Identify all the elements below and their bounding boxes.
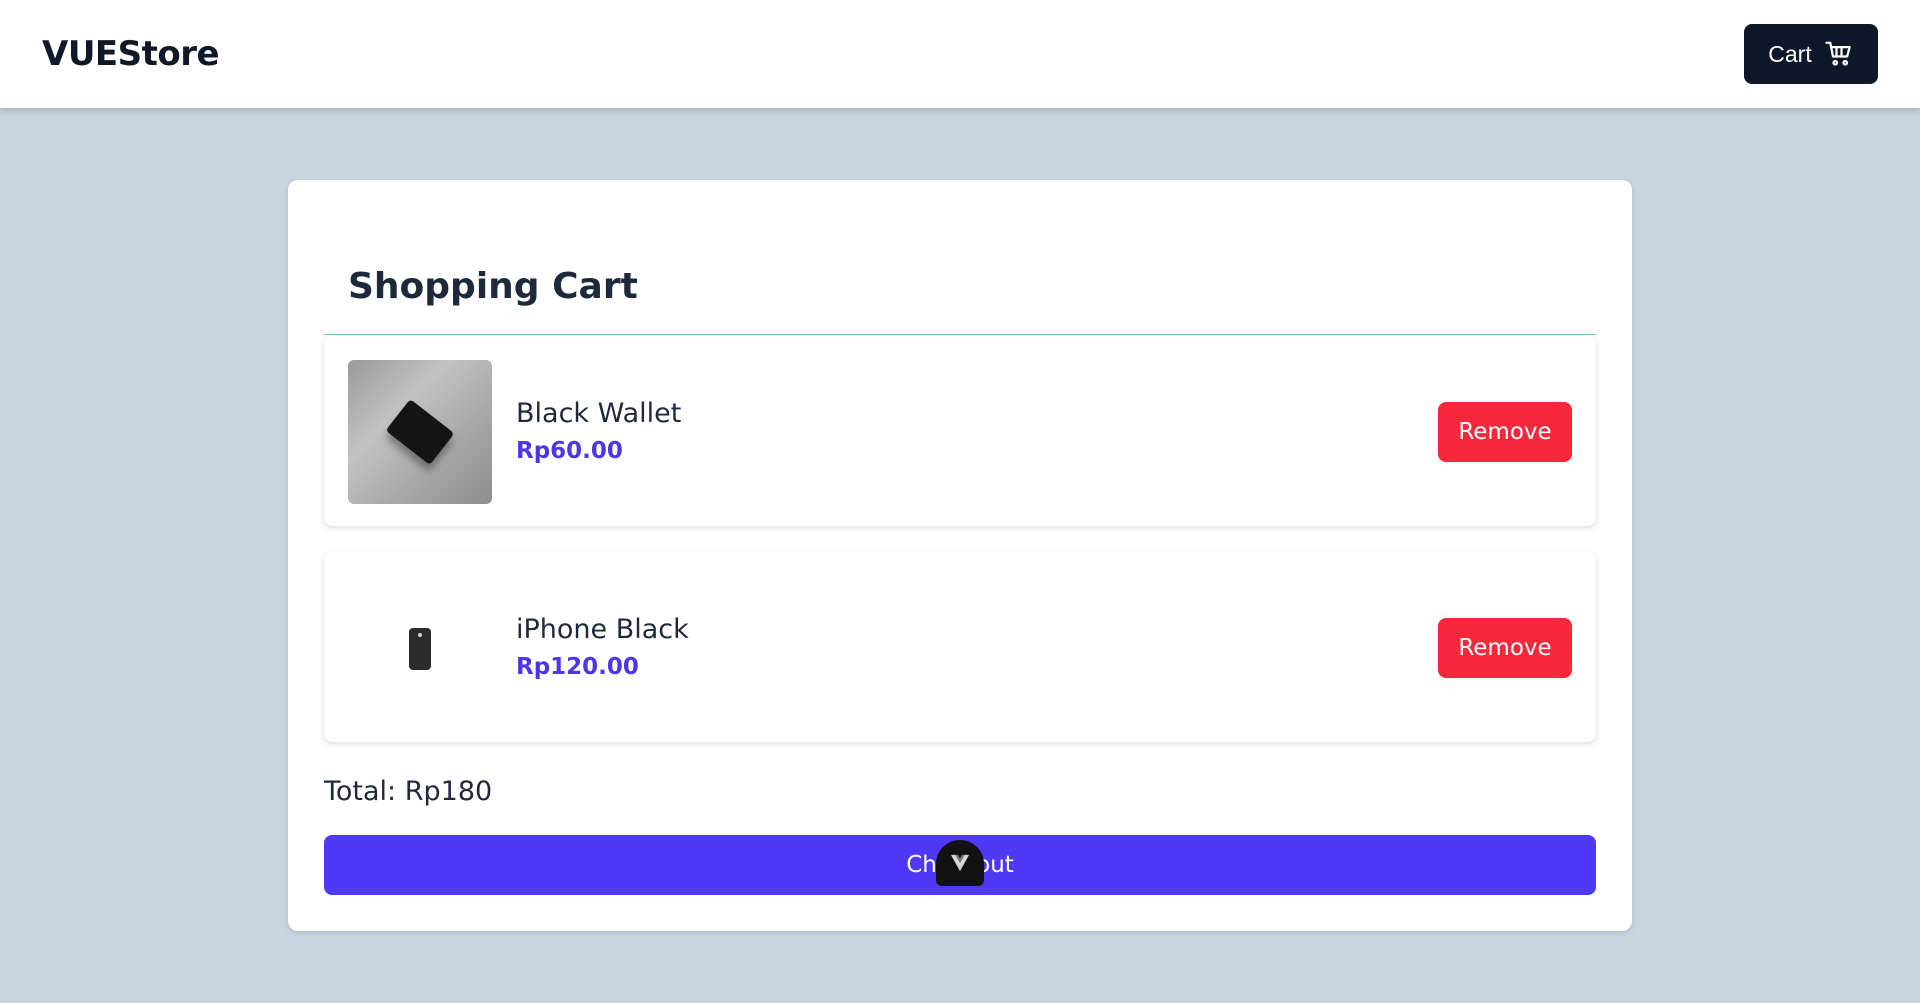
- item-price: Rp120.00: [516, 654, 639, 680]
- black-wallet-photo: [348, 360, 492, 504]
- page-title: Shopping Cart: [348, 266, 638, 307]
- remove-button[interactable]: Remove: [1438, 618, 1572, 678]
- shopping-cart-icon: [1825, 41, 1851, 66]
- cart-button[interactable]: Cart: [1744, 24, 1878, 84]
- item-name: iPhone Black: [516, 614, 689, 645]
- brand-logo[interactable]: VUEStore: [42, 34, 220, 74]
- navbar: VUEStore Cart: [0, 0, 1920, 108]
- wallet-image: [385, 399, 455, 465]
- vue-devtools-icon: [950, 854, 970, 872]
- shopping-cart-card: Shopping Cart Black Wallet Rp60.00 Remov…: [288, 180, 1632, 931]
- item-name: Black Wallet: [516, 398, 682, 429]
- title-divider: [324, 334, 1596, 335]
- cart-item: iPhone Black Rp120.00 Remove: [324, 552, 1596, 742]
- vue-devtools-button[interactable]: [936, 840, 984, 886]
- remove-button[interactable]: Remove: [1438, 402, 1572, 462]
- cart-button-label: Cart: [1768, 40, 1812, 67]
- cart-item: Black Wallet Rp60.00 Remove: [324, 336, 1596, 526]
- phone-image: [409, 628, 431, 670]
- item-price: Rp60.00: [516, 438, 623, 464]
- iphone-black-photo: [348, 576, 492, 720]
- cart-total: Total: Rp180: [324, 776, 493, 807]
